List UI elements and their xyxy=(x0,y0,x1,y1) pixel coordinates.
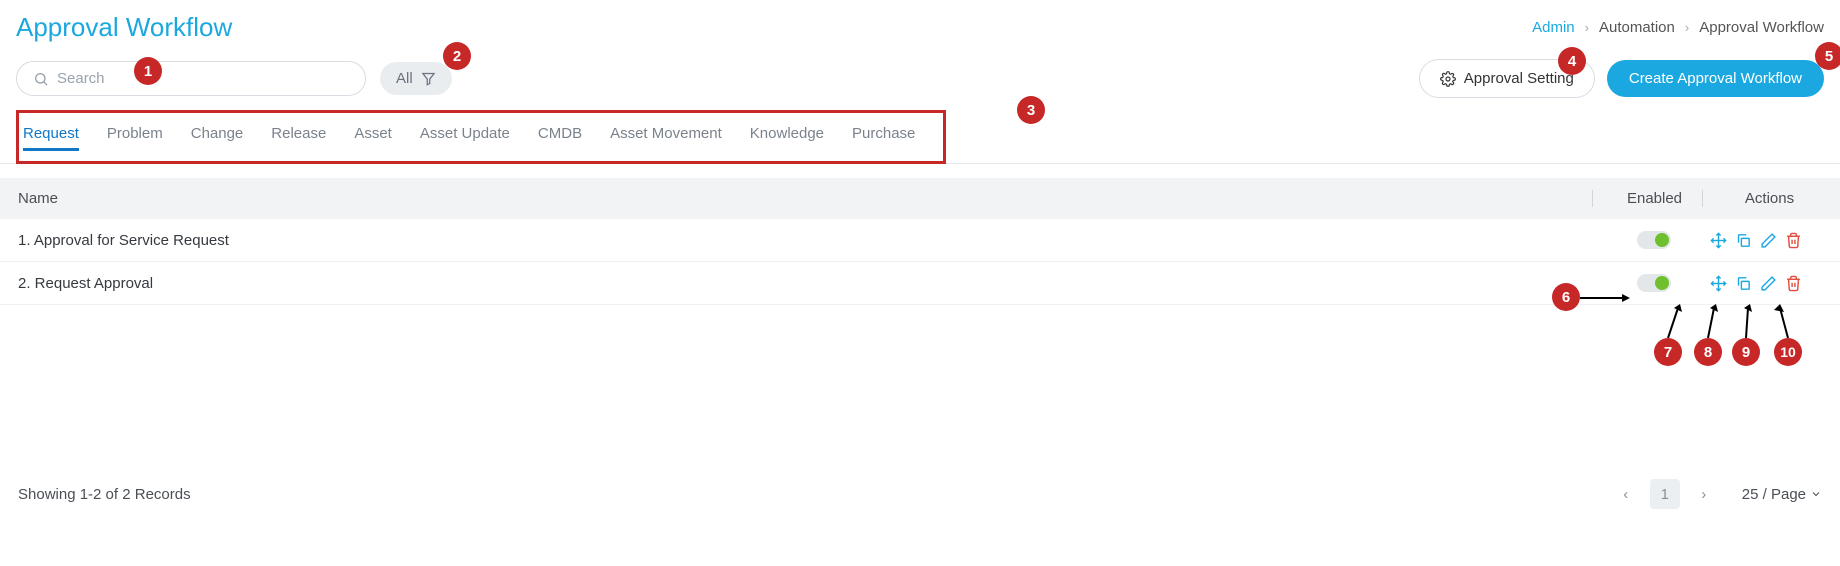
chevron-down-icon xyxy=(1810,488,1822,500)
breadcrumb-automation[interactable]: Automation xyxy=(1599,19,1675,36)
pagination: ‹ 1 › 25 / Page xyxy=(1612,479,1822,509)
table-header: Name Enabled Actions xyxy=(0,178,1840,219)
create-workflow-button[interactable]: Create Approval Workflow xyxy=(1607,60,1824,97)
tab-asset-update[interactable]: Asset Update xyxy=(420,123,510,151)
next-page-button[interactable]: › xyxy=(1690,480,1718,508)
tab-change[interactable]: Change xyxy=(191,123,244,151)
column-enabled: Enabled xyxy=(1592,190,1702,207)
copy-icon[interactable] xyxy=(1735,232,1752,249)
move-icon[interactable] xyxy=(1710,275,1727,292)
delete-icon[interactable] xyxy=(1785,275,1802,292)
tab-release[interactable]: Release xyxy=(271,123,326,151)
tab-purchase[interactable]: Purchase xyxy=(852,123,915,151)
filter-icon xyxy=(421,71,436,86)
approval-setting-label: Approval Setting xyxy=(1464,70,1574,87)
chevron-right-icon: › xyxy=(1585,20,1589,35)
breadcrumb-admin[interactable]: Admin xyxy=(1532,19,1575,36)
per-page-selector[interactable]: 25 / Page xyxy=(1742,486,1822,503)
annotation-badge-5: 5 xyxy=(1815,42,1840,70)
search-input[interactable] xyxy=(57,70,349,87)
annotation-badge-6: 6 xyxy=(1552,283,1580,311)
tab-asset[interactable]: Asset xyxy=(354,123,392,151)
per-page-label: 25 / Page xyxy=(1742,486,1806,503)
edit-icon[interactable] xyxy=(1760,275,1777,292)
search-icon xyxy=(33,71,49,87)
table-row: 1. Approval for Service Request xyxy=(0,219,1840,262)
move-icon[interactable] xyxy=(1710,232,1727,249)
delete-icon[interactable] xyxy=(1785,232,1802,249)
records-summary: Showing 1-2 of 2 Records xyxy=(18,486,191,503)
filter-button[interactable]: All xyxy=(380,62,452,95)
edit-icon[interactable] xyxy=(1760,232,1777,249)
annotation-badge-10: 10 xyxy=(1774,338,1802,366)
row-name: 2. Request Approval xyxy=(18,275,1592,292)
page-title: Approval Workflow xyxy=(16,12,232,43)
copy-icon[interactable] xyxy=(1735,275,1752,292)
filter-label: All xyxy=(396,70,413,87)
tabs-container: Request Problem Change Release Asset Ass… xyxy=(16,110,946,164)
annotation-badge-1: 1 xyxy=(134,57,162,85)
tab-problem[interactable]: Problem xyxy=(107,123,163,151)
breadcrumb: Admin › Automation › Approval Workflow xyxy=(1532,19,1824,36)
annotation-badge-9: 9 xyxy=(1732,338,1760,366)
prev-page-button[interactable]: ‹ xyxy=(1612,480,1640,508)
column-actions: Actions xyxy=(1702,190,1822,207)
annotation-badge-2: 2 xyxy=(443,42,471,70)
search-container[interactable] xyxy=(16,61,366,96)
breadcrumb-current: Approval Workflow xyxy=(1699,19,1824,36)
tab-asset-movement[interactable]: Asset Movement xyxy=(610,123,722,151)
annotation-badge-3: 3 xyxy=(1017,96,1045,124)
chevron-right-icon: › xyxy=(1685,20,1689,35)
enable-toggle[interactable] xyxy=(1637,231,1671,249)
tab-knowledge[interactable]: Knowledge xyxy=(750,123,824,151)
page-number[interactable]: 1 xyxy=(1650,479,1680,509)
tab-request[interactable]: Request xyxy=(23,123,79,151)
row-name: 1. Approval for Service Request xyxy=(18,232,1592,249)
column-name: Name xyxy=(18,190,1592,207)
annotation-badge-7: 7 xyxy=(1654,338,1682,366)
gear-icon xyxy=(1440,71,1456,87)
enable-toggle[interactable] xyxy=(1637,274,1671,292)
tab-cmdb[interactable]: CMDB xyxy=(538,123,582,151)
annotation-badge-4: 4 xyxy=(1558,47,1586,75)
annotation-badge-8: 8 xyxy=(1694,338,1722,366)
